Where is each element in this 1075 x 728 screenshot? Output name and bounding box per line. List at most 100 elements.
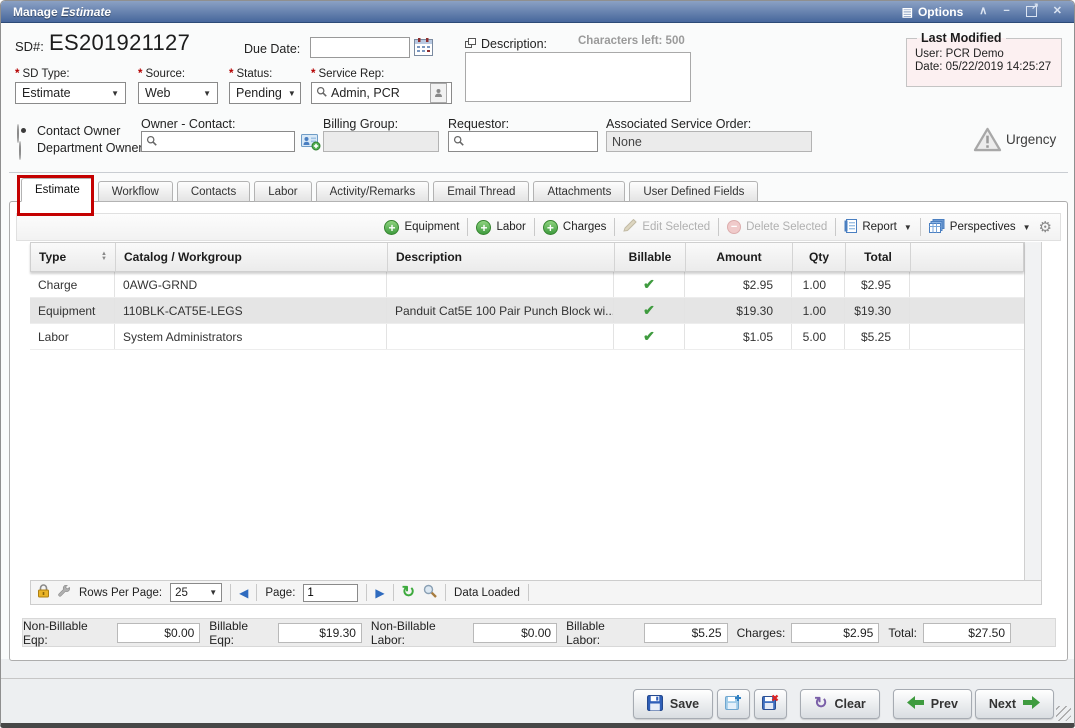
- edit-selected-button[interactable]: Edit Selected: [623, 219, 710, 235]
- total-charges: Charges:$2.95: [737, 623, 880, 643]
- plus-icon: +: [384, 220, 399, 235]
- totals-bar: Non-Billable Eqp:$0.00 Billable Eqp:$19.…: [22, 618, 1056, 647]
- billing-group-input: [323, 131, 439, 152]
- chevron-down-icon: ▼: [209, 588, 217, 597]
- save-and-close-button[interactable]: [754, 689, 787, 719]
- owner-contact-label: Owner - Contact:: [141, 117, 235, 131]
- cell-amount: $1.05: [685, 324, 792, 349]
- next-page-icon[interactable]: ▶: [375, 586, 384, 600]
- tab-attachments[interactable]: Attachments: [533, 181, 625, 202]
- cell-filler: [910, 324, 1024, 349]
- add-contact-icon[interactable]: [301, 132, 321, 156]
- toolbar-separator: [614, 218, 615, 236]
- grid-scrollbar[interactable]: [1024, 242, 1042, 580]
- sd-number-label: SD#:: [15, 39, 44, 54]
- service-rep-field[interactable]: Admin, PCR: [311, 82, 452, 104]
- grid-toolbar: + Equipment + Labor + Charges Edit Selec…: [16, 213, 1061, 241]
- last-modified-title: Last Modified: [917, 31, 1006, 45]
- sd-type-select[interactable]: Estimate▼: [15, 82, 126, 104]
- tab-labor[interactable]: Labor: [254, 181, 311, 202]
- column-header-qty[interactable]: Qty: [793, 243, 846, 271]
- refresh-icon[interactable]: ↻: [402, 586, 415, 600]
- tab-activity-remarks[interactable]: Activity/Remarks: [316, 181, 430, 202]
- tab-user-defined-fields[interactable]: User Defined Fields: [629, 181, 758, 202]
- pagination-separator: [366, 584, 367, 601]
- nav-button-group: Prev Next: [893, 689, 1054, 719]
- check-icon: ✔: [643, 328, 655, 345]
- search-icon: [453, 135, 464, 149]
- cell-amount: $2.95: [685, 272, 792, 297]
- calendar-icon[interactable]: [414, 38, 433, 61]
- table-row[interactable]: Equipment 110BLK-CAT5E-LEGS Panduit Cat5…: [30, 298, 1024, 324]
- associated-service-order-input: None: [606, 131, 812, 152]
- table-row[interactable]: Charge 0AWG-GRND ✔ $2.95 1.00 $2.95: [30, 272, 1024, 298]
- options-button[interactable]: ▤ Options: [902, 5, 964, 19]
- search-icon: [146, 135, 157, 149]
- popout-button[interactable]: ↗: [1026, 6, 1037, 17]
- estimate-tab-panel: + Equipment + Labor + Charges Edit Selec…: [9, 201, 1068, 661]
- contact-owner-label: Contact Owner: [37, 124, 120, 138]
- clear-refresh-icon: ↻: [814, 697, 827, 711]
- resize-grip[interactable]: [1056, 706, 1071, 721]
- column-header-catalog-workgroup[interactable]: Catalog / Workgroup: [116, 243, 388, 271]
- add-labor-button[interactable]: + Labor: [476, 220, 525, 235]
- prev-button[interactable]: Prev: [893, 689, 972, 719]
- due-date-input[interactable]: [310, 37, 410, 58]
- arrow-left-icon: [907, 696, 924, 712]
- chevron-down-icon: ▼: [904, 223, 912, 232]
- service-rep-lookup-button[interactable]: [430, 83, 447, 103]
- contact-owner-radio[interactable]: [17, 124, 19, 143]
- pagination-separator: [230, 584, 231, 601]
- column-header-amount[interactable]: Amount: [686, 243, 793, 271]
- description-popout-icon[interactable]: [465, 35, 476, 53]
- rows-per-page-select[interactable]: 25 ▼: [170, 583, 222, 602]
- description-label: Description:: [481, 37, 547, 51]
- source-select[interactable]: Web▼: [138, 82, 218, 104]
- toolbar-separator: [920, 218, 921, 236]
- status-select[interactable]: Pending▼: [229, 82, 301, 104]
- collapse-button[interactable]: ∧: [979, 6, 987, 17]
- minimize-button[interactable]: −: [1003, 6, 1009, 17]
- column-header-description[interactable]: Description: [388, 243, 615, 271]
- toolbar-separator: [835, 218, 836, 236]
- perspectives-dropdown-button[interactable]: Perspectives ▼: [929, 219, 1031, 236]
- cell-description: [387, 324, 614, 349]
- urgency-icon: [973, 127, 1002, 157]
- lock-icon[interactable]: [37, 584, 50, 601]
- tab-estimate[interactable]: Estimate: [21, 178, 94, 202]
- footer-divider: [1, 678, 1074, 679]
- total-billable-eqp: Billable Eqp:$19.30: [209, 619, 362, 647]
- tab-workflow[interactable]: Workflow: [98, 181, 173, 202]
- total-value-box: $19.30: [278, 623, 362, 643]
- close-button[interactable]: ✕: [1053, 6, 1062, 17]
- table-row[interactable]: Labor System Administrators ✔ $1.05 5.00…: [30, 324, 1024, 350]
- cell-billable: ✔: [614, 298, 685, 323]
- requestor-input[interactable]: [448, 131, 598, 152]
- delete-selected-button[interactable]: − Delete Selected: [727, 220, 827, 234]
- tab-contacts[interactable]: Contacts: [177, 181, 250, 202]
- next-button[interactable]: Next: [975, 689, 1054, 719]
- description-textarea[interactable]: [465, 52, 691, 102]
- column-header-type[interactable]: Type ▲▼: [31, 243, 116, 271]
- title-bar: Manage Estimate ▤ Options ∧ − ↗ ✕: [1, 1, 1074, 23]
- column-header-total[interactable]: Total: [846, 243, 911, 271]
- report-dropdown-button[interactable]: Report ▼: [844, 219, 911, 236]
- page-number-input[interactable]: [303, 584, 358, 602]
- add-equipment-button[interactable]: + Equipment: [384, 220, 459, 235]
- save-button-group: Save: [633, 689, 787, 719]
- column-header-billable[interactable]: Billable: [615, 243, 686, 271]
- previous-page-icon[interactable]: ◀: [239, 586, 248, 600]
- add-charges-button[interactable]: + Charges: [543, 220, 606, 235]
- cell-catalog: 0AWG-GRND: [115, 272, 387, 297]
- search-grid-icon[interactable]: [423, 584, 437, 601]
- owner-contact-input[interactable]: [141, 131, 295, 152]
- toolbar-separator: [718, 218, 719, 236]
- gear-icon[interactable]: ⚙: [1039, 218, 1052, 236]
- tab-email-thread[interactable]: Email Thread: [433, 181, 529, 202]
- save-button[interactable]: Save: [633, 689, 713, 719]
- wrench-icon[interactable]: [58, 585, 71, 601]
- department-owner-radio[interactable]: [19, 141, 21, 160]
- save-and-new-button[interactable]: [717, 689, 750, 719]
- clear-button[interactable]: ↻ Clear: [800, 689, 880, 719]
- check-icon: ✔: [643, 302, 655, 319]
